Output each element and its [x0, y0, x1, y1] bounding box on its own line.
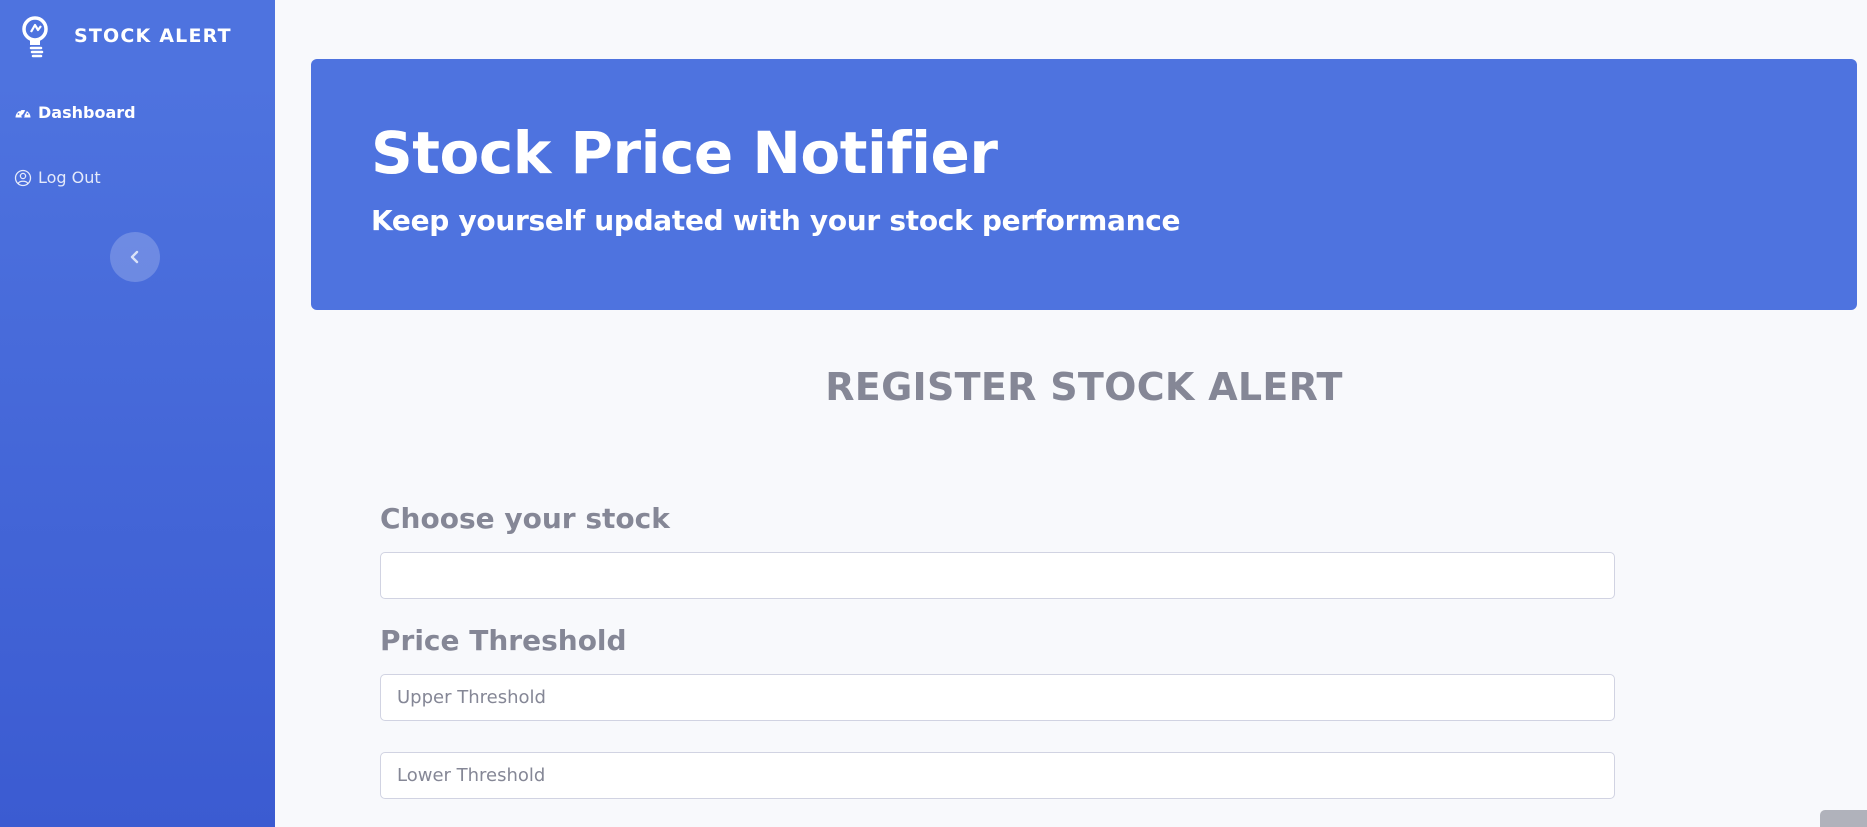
- sidebar-toggle-button[interactable]: [110, 232, 160, 282]
- hero-banner: Stock Price Notifier Keep yourself updat…: [311, 59, 1857, 310]
- price-threshold-label: Price Threshold: [380, 624, 627, 657]
- form-heading: REGISTER STOCK ALERT: [825, 365, 1343, 409]
- brand-name: STOCK ALERT: [74, 25, 232, 47]
- user-circle-icon: [14, 169, 32, 186]
- stock-input[interactable]: [380, 552, 1615, 599]
- scroll-to-top-button[interactable]: [1820, 810, 1867, 827]
- sidebar-item-label: Log Out: [38, 168, 101, 187]
- gauge-icon: [15, 107, 31, 118]
- chevron-left-icon: [130, 250, 139, 264]
- brand[interactable]: STOCK ALERT: [20, 12, 232, 60]
- sidebar: STOCK ALERT Dashboard Log Out: [0, 0, 275, 827]
- sidebar-item-label: Dashboard: [38, 103, 136, 122]
- sidebar-item-dashboard[interactable]: Dashboard: [14, 103, 136, 122]
- lightbulb-logo-icon: [22, 16, 48, 58]
- sidebar-item-logout[interactable]: Log Out: [14, 168, 101, 187]
- hero-subtitle: Keep yourself updated with your stock pe…: [371, 204, 1181, 237]
- upper-threshold-input[interactable]: [380, 674, 1615, 721]
- lower-threshold-input[interactable]: [380, 752, 1615, 799]
- stock-label: Choose your stock: [380, 502, 670, 535]
- hero-title: Stock Price Notifier: [371, 119, 998, 187]
